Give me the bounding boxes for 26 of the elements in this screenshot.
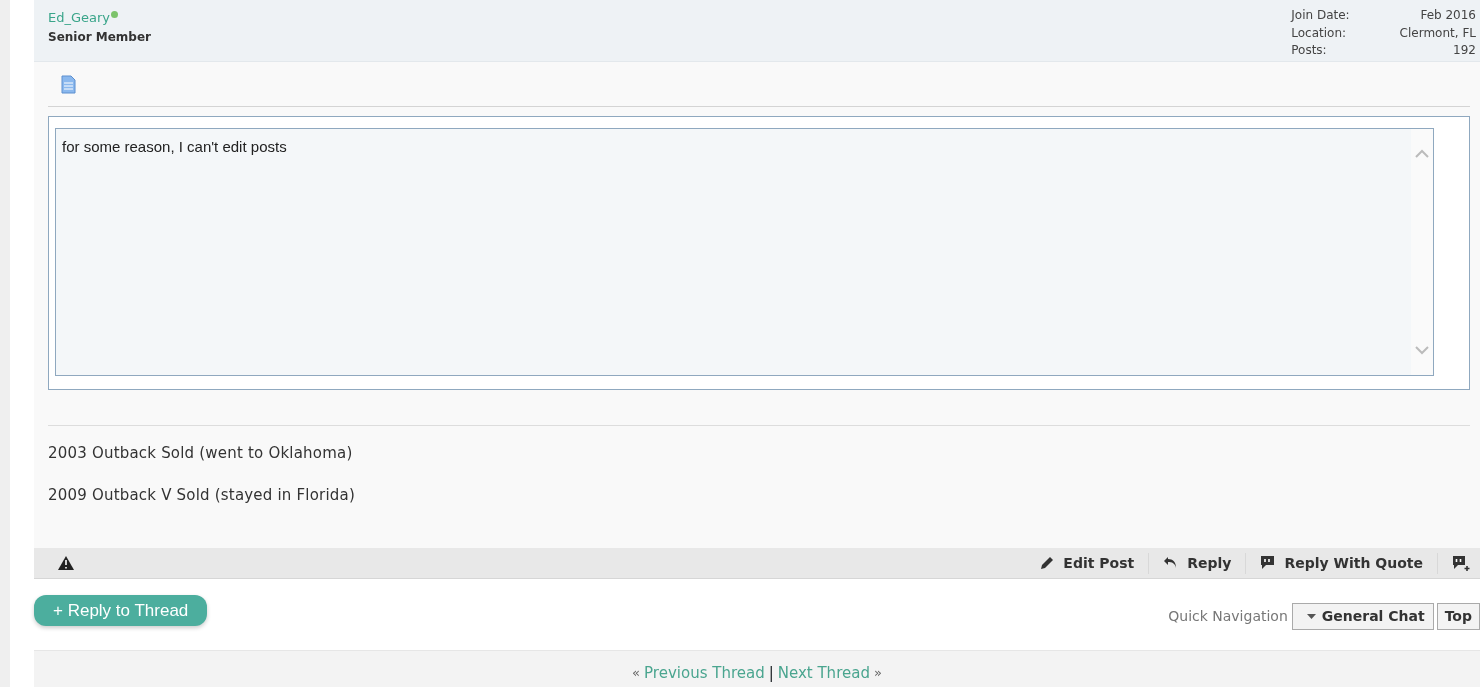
edit-button[interactable]: Edit Post	[1025, 552, 1150, 574]
separator: |	[768, 662, 774, 684]
signature-line: 2003 Outback Sold (went to Oklahoma)	[48, 443, 354, 464]
scroll-down-icon	[1415, 346, 1429, 355]
caret-icon	[1306, 613, 1316, 620]
message-box[interactable]: for some reason, I can't edit posts	[55, 128, 1434, 376]
next-marker: »	[873, 664, 882, 683]
signature-line: 2009 Outback V Sold (stayed in Florida)	[48, 484, 356, 506]
previous-marker: «	[632, 664, 641, 683]
info-label: Join Date:	[1291, 8, 1350, 24]
reply-button[interactable]: Reply	[1149, 552, 1247, 574]
forum-select[interactable]: General Chat	[1291, 603, 1434, 630]
message-text: for some reason, I can't edit posts	[61, 137, 288, 157]
info-value: 192	[1452, 43, 1476, 60]
info-label: Location:	[1291, 25, 1348, 42]
document-icon	[61, 74, 76, 94]
user-rank: Senior Member	[48, 28, 151, 46]
speech-bubble-plus-icon	[1452, 555, 1470, 571]
info-value: Feb 2016	[1419, 8, 1476, 24]
scroll-up-icon	[1415, 149, 1429, 158]
quick-navigation-label: Quick Navigation	[1168, 607, 1288, 626]
quote-button[interactable]: Reply With Quote	[1246, 552, 1438, 574]
info-label: Posts:	[1291, 43, 1328, 60]
warning-icon	[58, 556, 74, 570]
info-value: Clermont, FL	[1399, 25, 1476, 42]
top-button[interactable]: Top	[1436, 603, 1480, 630]
